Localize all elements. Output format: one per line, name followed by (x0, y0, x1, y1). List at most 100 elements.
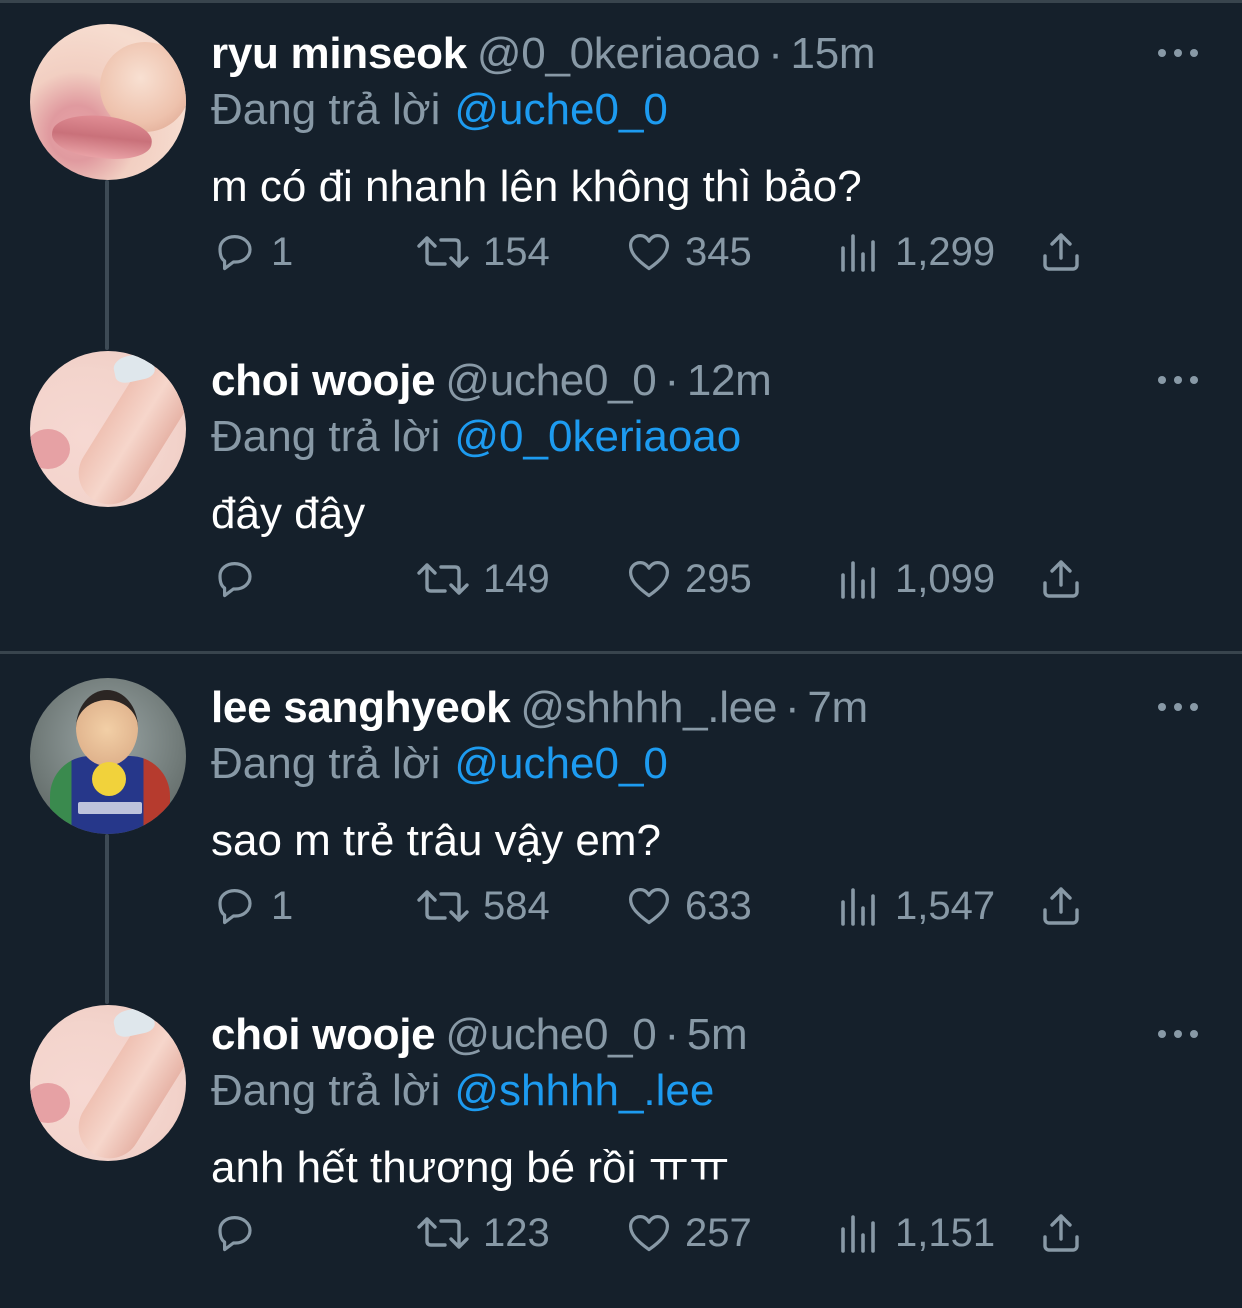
like-button[interactable]: 257 (625, 1205, 752, 1261)
more-icon[interactable] (1158, 46, 1198, 60)
reply-button[interactable] (211, 1205, 271, 1261)
replying-to-handle[interactable]: @uche0_0 (454, 739, 668, 788)
share-icon (1043, 1214, 1079, 1252)
more-icon[interactable] (1158, 373, 1198, 387)
views-icon (841, 234, 875, 272)
views-count: 1,547 (895, 884, 996, 928)
heart-icon (629, 888, 669, 925)
display-name[interactable]: choi wooje (211, 1010, 436, 1059)
display-name[interactable]: lee sanghyeok (211, 683, 511, 732)
share-button[interactable] (1037, 551, 1085, 607)
share-button[interactable] (1037, 878, 1085, 934)
retweet-count: 154 (483, 230, 550, 274)
retweet-button[interactable]: 149 (415, 551, 550, 607)
views-icon (841, 888, 875, 926)
replying-to: Đang trả lời @uche0_0 (211, 738, 668, 790)
views-count: 1,299 (895, 230, 996, 274)
views-count: 1,099 (895, 557, 996, 601)
share-icon (1043, 560, 1079, 598)
like-count: 257 (685, 1211, 752, 1255)
heart-icon (629, 234, 669, 271)
replying-to-label: Đang trả lời (211, 739, 441, 788)
dot-separator: · (664, 356, 679, 405)
retweet-icon (417, 890, 469, 922)
like-count: 633 (685, 884, 752, 928)
tweet-text: m có đi nhanh lên không thì bảo? (211, 162, 862, 211)
thread: ryu minseok @0_0keriaoao · 15m Đang trả lời… (0, 0, 1242, 652)
retweet-button[interactable]: 123 (415, 1205, 550, 1261)
retweet-icon (417, 1217, 469, 1249)
tweet-header: choi wooje @uche0_0 · 12m (211, 355, 772, 407)
replying-to-handle[interactable]: @shhhh_.lee (454, 1066, 714, 1115)
tweet-actions: 1 584 633 1,547 (211, 878, 1111, 934)
views-button[interactable]: 1,151 (835, 1205, 995, 1261)
like-button[interactable]: 345 (625, 224, 752, 280)
display-name[interactable]: ryu minseok (211, 29, 467, 78)
tweet-text: sao m trẻ trâu vậy em? (211, 816, 661, 865)
views-icon (841, 561, 875, 599)
like-count: 345 (685, 230, 752, 274)
timestamp[interactable]: 7m (807, 683, 868, 732)
views-button[interactable]: 1,099 (835, 551, 995, 607)
views-button[interactable]: 1,299 (835, 224, 995, 280)
dot-separator: · (785, 683, 800, 732)
reply-icon (218, 889, 252, 925)
heart-icon (629, 561, 669, 598)
tweet[interactable]: choi wooje @uche0_0 · 12m Đang trả lời @0_0k… (0, 327, 1242, 654)
reply-button[interactable] (211, 551, 271, 607)
replying-to-handle[interactable]: @uche0_0 (454, 85, 668, 134)
replying-to-label: Đang trả lời (211, 412, 441, 461)
dot-separator: · (664, 1010, 679, 1059)
display-name[interactable]: choi wooje (211, 356, 436, 405)
share-icon (1043, 887, 1079, 925)
retweet-count: 149 (483, 557, 550, 601)
timestamp[interactable]: 5m (687, 1010, 748, 1059)
reply-button[interactable]: 1 (211, 878, 293, 934)
like-button[interactable]: 295 (625, 551, 752, 607)
views-count: 1,151 (895, 1211, 996, 1255)
tweet[interactable]: choi wooje @uche0_0 · 5m Đang trả lời @shhhh… (0, 981, 1242, 1308)
tweet-text: đây đây (211, 489, 366, 538)
replying-to: Đang trả lời @shhhh_.lee (211, 1065, 714, 1117)
tweet-header: lee sanghyeok @shhhh_.lee · 7m (211, 682, 868, 734)
dot-separator: · (768, 29, 783, 78)
retweet-button[interactable]: 584 (415, 878, 550, 934)
views-icon (841, 1215, 875, 1253)
tweet[interactable]: ryu minseok @0_0keriaoao · 15m Đang trả lời… (0, 0, 1242, 327)
handle[interactable]: @0_0keriaoao (477, 29, 761, 78)
handle[interactable]: @uche0_0 (445, 356, 656, 405)
reply-count: 1 (271, 230, 294, 274)
avatar[interactable] (30, 24, 186, 180)
views-button[interactable]: 1,547 (835, 878, 995, 934)
more-icon[interactable] (1158, 1027, 1198, 1041)
share-button[interactable] (1037, 224, 1085, 280)
handle[interactable]: @shhhh_.lee (520, 683, 777, 732)
reply-icon (218, 1216, 252, 1252)
avatar[interactable] (30, 678, 186, 834)
tweet[interactable]: lee sanghyeok @shhhh_.lee · 7m Đang trả lời… (0, 654, 1242, 981)
more-icon[interactable] (1158, 700, 1198, 714)
timeline: ryu minseok @0_0keriaoao · 15m Đang trả lời… (0, 0, 1242, 1302)
share-button[interactable] (1037, 1205, 1085, 1261)
retweet-count: 123 (483, 1211, 550, 1255)
avatar[interactable] (30, 351, 186, 507)
tweet-text: anh hết thương bé rồi ㅠㅠ (211, 1143, 730, 1192)
timestamp[interactable]: 15m (791, 29, 876, 78)
reply-icon (218, 562, 252, 598)
like-button[interactable]: 633 (625, 878, 752, 934)
timestamp[interactable]: 12m (687, 356, 772, 405)
handle[interactable]: @uche0_0 (445, 1010, 656, 1059)
retweet-button[interactable]: 154 (415, 224, 550, 280)
reply-count: 1 (271, 884, 294, 928)
tweet-header: choi wooje @uche0_0 · 5m (211, 1009, 748, 1061)
tweet-header: ryu minseok @0_0keriaoao · 15m (211, 28, 876, 80)
tweet-actions: 123 257 1,151 (211, 1205, 1111, 1261)
like-count: 295 (685, 557, 752, 601)
retweet-icon (417, 563, 469, 595)
reply-button[interactable]: 1 (211, 224, 293, 280)
replying-to-handle[interactable]: @0_0keriaoao (454, 412, 741, 461)
replying-to: Đang trả lời @uche0_0 (211, 84, 668, 136)
avatar[interactable] (30, 1005, 186, 1161)
tweet-actions: 149 295 1,099 (211, 551, 1111, 607)
tweet-actions: 1 154 345 1,299 (211, 224, 1111, 280)
